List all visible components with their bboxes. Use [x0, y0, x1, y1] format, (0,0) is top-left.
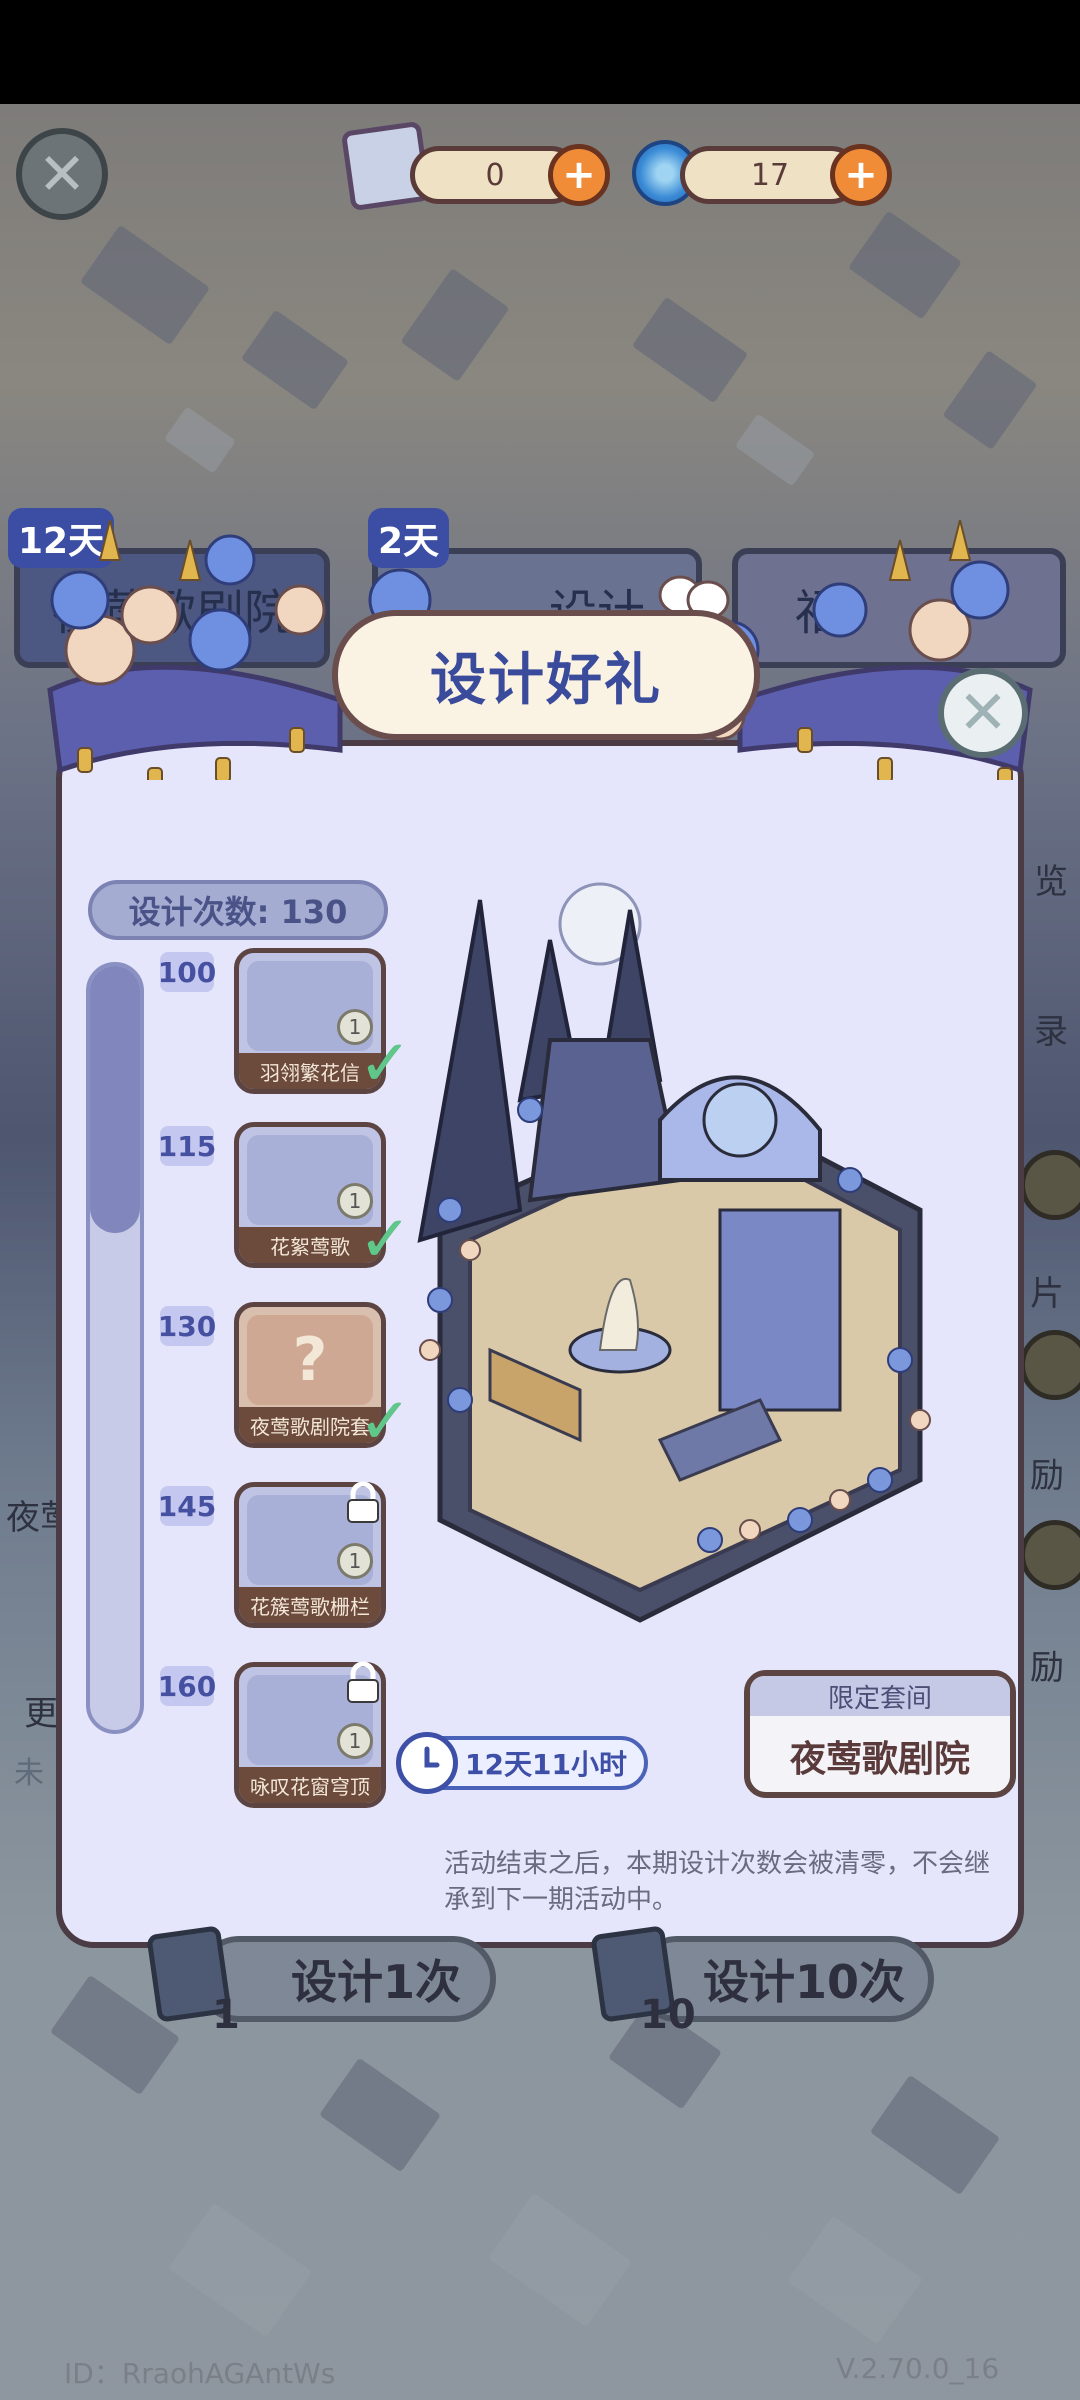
lock-icon	[347, 1661, 379, 1703]
plus-icon[interactable]: +	[830, 144, 892, 206]
side-label: 更	[24, 1694, 58, 1734]
close-icon[interactable]: ✕	[16, 128, 108, 220]
side-label: 录	[1034, 1012, 1068, 1052]
design-once-cost: 1	[212, 1992, 240, 2038]
close-icon[interactable]: ✕	[938, 668, 1028, 758]
milestone-count: 145	[158, 1486, 216, 1526]
design-once-label: 设计1次	[290, 1955, 461, 2009]
plus-icon[interactable]: +	[548, 144, 610, 206]
design-ten-label: 设计10次	[702, 1955, 905, 2009]
reward-name: 花簇莺歌栅栏	[239, 1587, 381, 1623]
version-label: V.2.70.0_16	[836, 2352, 1000, 2385]
timer-text: 12天11小时	[465, 1748, 627, 1781]
milestone-count: 115	[158, 1126, 216, 1166]
design-count-label: 设计次数: 130	[88, 880, 388, 940]
clock-icon	[396, 1732, 458, 1794]
player-id: ID：RraohAGAntWs	[64, 2357, 336, 2390]
limited-set-header: 限定套间	[750, 1676, 1010, 1716]
reward-qty: 1	[337, 1543, 373, 1579]
reward-qty: 1	[337, 1723, 373, 1759]
side-label: 未	[14, 1756, 44, 1791]
design-ten-cost: 10	[640, 1992, 696, 2038]
opera-house-illustration	[417, 882, 931, 1623]
side-label: 览	[1034, 862, 1068, 902]
milestone-count: 130	[158, 1306, 216, 1346]
limited-set-name: 夜莺歌剧院	[789, 1739, 970, 1780]
design-once-button[interactable]: 设计1次	[196, 1936, 496, 2022]
swirl-count: 17	[750, 157, 790, 193]
milestone-count: 100	[158, 952, 216, 992]
limited-set-card[interactable]: 限定套间 夜莺歌剧院	[744, 1670, 1016, 1798]
progress-track[interactable]	[86, 962, 144, 1734]
side-label: 励	[1030, 1648, 1064, 1688]
side-label: 励	[1030, 1456, 1064, 1496]
side-label: 片	[1030, 1274, 1064, 1314]
scroll-count: 0	[485, 157, 505, 193]
status-bar	[0, 0, 1080, 104]
progress-fill	[90, 966, 140, 1234]
event-notice: 活动结束之后，本期设计次数会被清零，不会继承到下一期活动中。	[444, 1849, 991, 1915]
dialog-title: 设计好礼	[332, 610, 760, 740]
reward-name: 咏叹花窗穹顶	[239, 1767, 381, 1803]
milestone-count: 160	[158, 1666, 216, 1706]
